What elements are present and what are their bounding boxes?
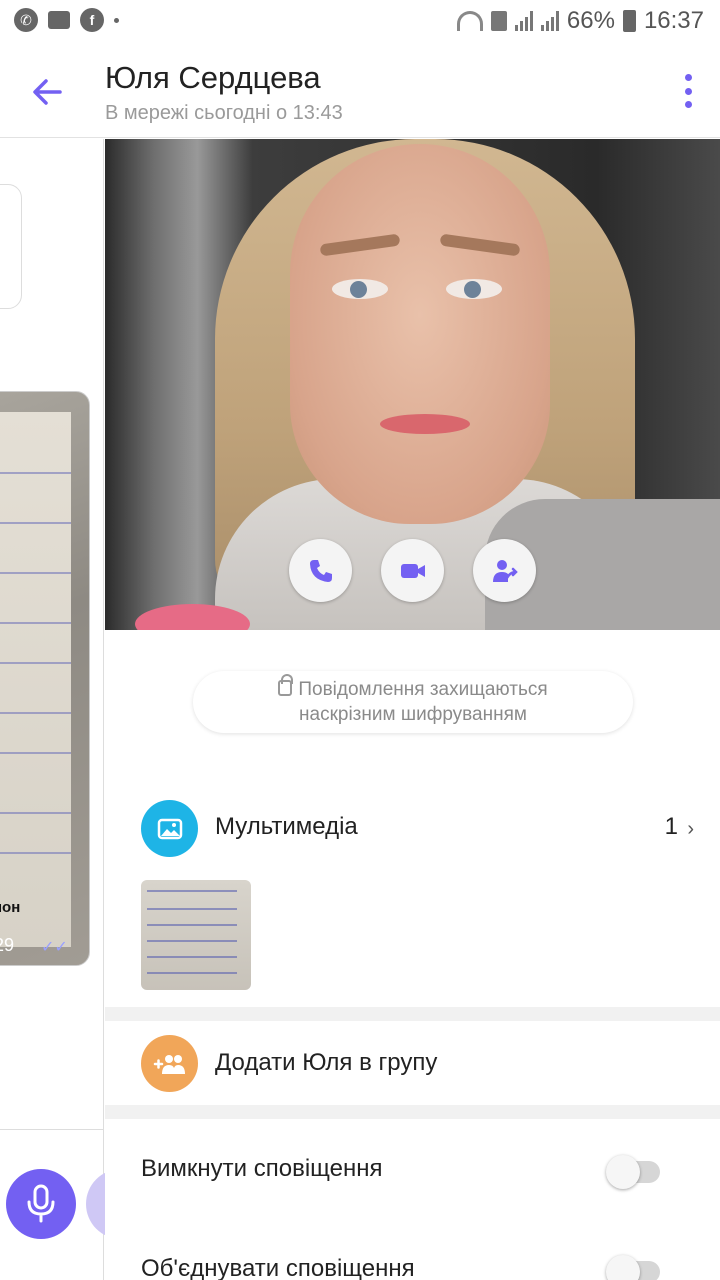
add-to-group-row[interactable]: Додати Юля в групу [105,1021,720,1105]
message-time: 0:29 [0,935,15,955]
composer-divider [0,1129,104,1130]
encryption-line-2: наскрізним шифруванням [299,704,527,725]
clock: 16:37 [643,7,704,34]
merge-notifications-row[interactable]: Об'єднувати сповіщення [105,1229,720,1280]
video-icon [400,563,425,578]
call-button[interactable] [289,539,352,602]
status-bar: ✆ f 66% 16:37 [0,0,720,42]
mic-button[interactable] [6,1169,76,1239]
lock-icon [278,674,294,696]
video-call-button[interactable] [381,539,444,602]
facebook-icon: f [80,8,104,32]
message-bubble[interactable] [0,184,22,309]
mic-icon [27,1184,55,1223]
signal-icon-2 [540,11,559,31]
contact-info-panel: Повідомлення захищаються наскрізним шифр… [105,139,720,1280]
contact-name: Юля Сердцева [105,60,321,95]
profile-actions [289,539,536,602]
merge-notifications-toggle[interactable] [606,1255,660,1280]
photo-caption: нон [0,899,21,916]
media-label: Мультимедіа [215,813,358,840]
mute-notifications-toggle[interactable] [606,1155,660,1189]
sim-icon [490,11,507,31]
battery-percent: 66% [566,7,615,34]
back-arrow-icon[interactable] [26,72,70,112]
battery-icon [622,10,636,32]
mute-notifications-label: Вимкнути сповіщення [141,1155,383,1182]
section-divider [105,1105,720,1119]
read-check-icon: ✓✓ [41,939,68,956]
section-divider [105,1007,720,1021]
chevron-right-icon: › [687,818,694,840]
media-count: 1 [664,813,678,840]
add-group-icon [141,1035,198,1092]
chat-background: нон 0:29 ✓✓ [0,139,126,1280]
share-contact-icon [492,559,518,582]
merge-notifications-label: Об'єднувати сповіщення [141,1255,415,1280]
gallery-icon [141,800,198,857]
notification-dot-icon [114,17,119,23]
profile-photo[interactable] [105,139,720,630]
signal-icon [514,11,533,31]
message-icon [48,11,70,29]
phone-icon [309,559,332,582]
handwritten-note-image [0,412,71,947]
media-thumbnail[interactable] [141,880,251,990]
media-row[interactable]: Мультимедіа 1 › [105,794,720,864]
mute-notifications-row[interactable]: Вимкнути сповіщення [105,1129,720,1209]
encryption-notice[interactable]: Повідомлення захищаються наскрізним шифр… [193,671,633,733]
last-seen-status: В мережі сьогодні о 13:43 [105,102,343,124]
more-vert-icon[interactable] [682,74,694,108]
wifi-icon [456,11,483,31]
viber-icon: ✆ [14,8,38,32]
add-to-group-label: Додати Юля в групу [215,1049,438,1076]
share-contact-button[interactable] [473,539,536,602]
photo-message[interactable]: нон 0:29 ✓✓ [0,391,90,966]
encryption-line-1: Повідомлення захищаються [298,679,548,700]
app-header: Юля Сердцева В мережі сьогодні о 13:43 [0,42,720,138]
